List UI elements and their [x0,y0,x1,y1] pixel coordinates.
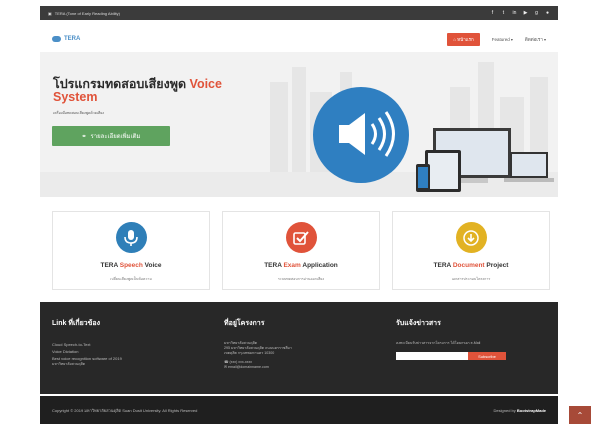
microphone-icon [115,222,147,253]
feature-title: TERA Document Project [433,262,509,269]
chevron-up-icon: ⌃ [576,410,584,420]
facebook-icon[interactable]: f [490,10,495,16]
nav-featured-dropdown[interactable]: Featured [492,37,513,42]
nav-home-button[interactable]: ⌂ หน้าแรก [447,32,480,46]
footer-link[interactable]: Voice Dictation [52,348,202,355]
feature-card-exam[interactable]: TERA Exam Application ระบบทดสอบการอ่านออ… [222,211,380,290]
footer-link[interactable]: Cloud Speech-to-Text [52,341,202,348]
email[interactable]: ✉ email@domainname.com [224,365,374,370]
copyright-text: Copyright © 2019 มหาวิทยาลัยสวนดุสิต Sua… [52,407,198,413]
top-bar: ▣ TERA (Tone of Early Reading Ability) f… [40,6,558,20]
logo[interactable]: TERA [52,36,80,42]
footer-links: Link ที่เกี่ยวข้อง Cloud Speech-to-Text … [52,318,202,367]
download-icon [455,222,487,253]
youtube-icon[interactable]: ▶ [523,10,528,16]
hero-subtitle: เครื่องมือทดสอบเสียงพูดด้วยเสียง [53,111,105,115]
link-icon: ⚭ [81,133,87,140]
footer-address-heading: ที่อยู่โครงการ [224,320,265,327]
more-details-label: รายละเอียดเพิ่มเติม [90,134,141,140]
nav-home-label: หน้าแรก [457,36,474,42]
nav-contact-dropdown[interactable]: ติดต่อเรา [525,36,546,43]
email-input[interactable] [396,352,468,360]
nav-menu: ⌂ หน้าแรก Featured ติดต่อเรา [447,32,546,46]
footer-news-heading: รับแจ้งข่าวสาร [396,320,441,327]
chat-icon: ▣ [48,10,52,16]
site-name: TERA (Tone of Early Reading Ability) [54,10,120,16]
hero-banner: โปรแกรมทดสอบเสียงพูด Voice System เครื่อง… [40,52,558,197]
rss-icon[interactable]: ● [545,10,550,16]
feature-cards: TERA Speech Voice เปลี่ยนเสียงพูดเป็นข้อ… [52,211,550,290]
footer-address: ที่อยู่โครงการ มหาวิทยาลัยสวนดุสิต 295 ม… [224,318,374,370]
footer-link[interactable]: มหาวิทยาลัยสวนดุสิต [52,362,202,367]
feature-desc: เปลี่ยนเสียงพูดเป็นข้อความ [110,277,152,281]
footer: Link ที่เกี่ยวข้อง Cloud Speech-to-Text … [40,302,558,394]
googleplus-icon[interactable]: g [534,10,539,16]
logo-text: TERA [64,36,81,42]
main-nav: TERA ⌂ หน้าแรก Featured ติดต่อเรา [40,30,558,48]
phone-icon: ☎ [224,360,229,364]
subscribe-form: Subscribe [396,352,546,360]
newsletter-text: ลงทะเบียนรับข่าวสารจากโครงการ ได้โดยกรอก… [396,341,481,345]
more-details-button[interactable]: ⚭ รายละเอียดเพิ่มเติม [52,126,170,146]
feature-desc: เอกสารประกอบโครงการ [451,277,491,281]
copyright-bar: Copyright © 2019 มหาวิทยาลัยสวนดุสิต Sua… [40,396,558,424]
hero-title: โปรแกรมทดสอบเสียงพูด Voice System [53,77,222,104]
feature-title: TERA Speech Voice [100,262,162,269]
subscribe-button[interactable]: Subscribe [468,352,506,360]
footer-links-heading: Link ที่เกี่ยวข้อง [52,320,101,327]
designer-link[interactable]: BootstrapMade [517,408,546,413]
feature-title: TERA Exam Application [264,262,338,269]
feature-card-speech[interactable]: TERA Speech Voice เปลี่ยนเสียงพูดเป็นข้อ… [52,211,210,290]
checkbox-icon [285,222,317,253]
designed-by: Designed by BootstrapMade [493,407,546,413]
address-line: เขตดุสิต กรุงเทพมหานคร 10300 [224,351,275,355]
back-to-top-button[interactable]: ⌃ [569,406,591,424]
linkedin-icon[interactable]: in [512,10,517,16]
feature-card-document[interactable]: TERA Document Project เอกสารประกอบโครงกา… [392,211,550,290]
site-tagline: ▣ TERA (Tone of Early Reading Ability) [48,11,120,16]
speaker-icon [313,87,409,183]
twitter-icon[interactable]: t [501,10,506,16]
logo-icon [52,36,61,42]
mail-icon: ✉ [224,365,228,369]
social-links: f t in ▶ g ● [490,10,550,16]
hero-illustration [40,52,558,197]
footer-newsletter: รับแจ้งข่าวสาร ลงทะเบียนรับข่าวสารจากโคร… [396,318,546,360]
feature-desc: ระบบทดสอบการอ่านออกเสียง [277,277,325,281]
footer-link[interactable]: Best voice recognition software of 2019 [52,355,202,362]
